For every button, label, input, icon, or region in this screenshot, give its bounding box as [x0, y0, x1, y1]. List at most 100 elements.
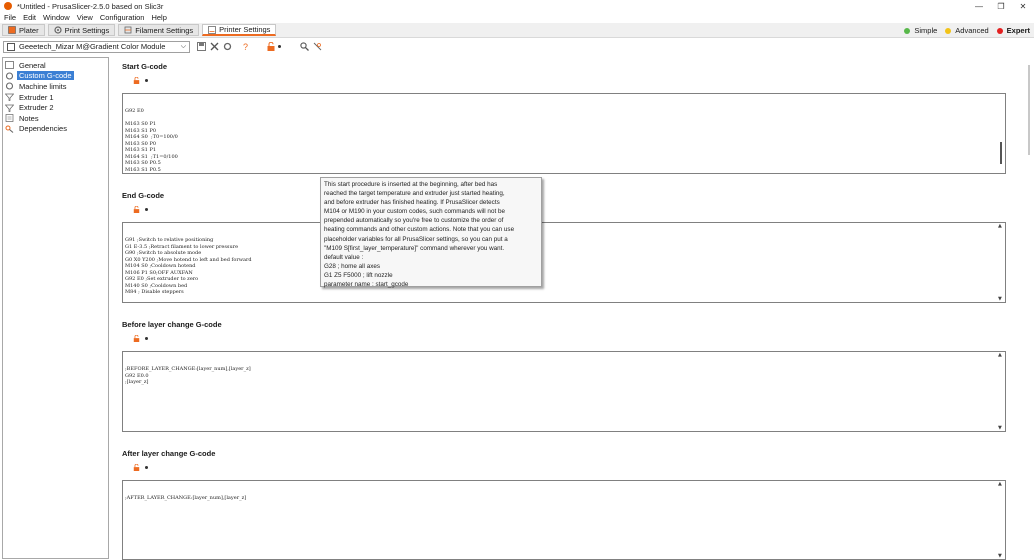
- scroll-up-arrow-icon[interactable]: ▲: [998, 352, 1002, 359]
- cross-icon: [210, 42, 218, 51]
- delete-preset-button[interactable]: [209, 42, 219, 52]
- menu-view[interactable]: View: [77, 13, 93, 22]
- scroll-down-arrow-icon[interactable]: ▼: [998, 296, 1002, 303]
- menu-edit[interactable]: Edit: [23, 13, 36, 22]
- section-title: Before layer change G-code: [122, 320, 222, 329]
- printer-preset-select[interactable]: Geeetech_Mizar M@Gradient Color Module ⌵: [3, 40, 190, 53]
- lock-button[interactable]: [266, 42, 276, 52]
- funnel-icon: [5, 93, 14, 101]
- after-layer-gcode-editor[interactable]: ;AFTER_LAYER_CHANGE:[layer_num],[layer_z…: [122, 480, 1006, 560]
- tab-label: Printer Settings: [219, 25, 271, 34]
- sidebar-item-label: Dependencies: [19, 124, 67, 134]
- sidebar-item-label: Extruder 1: [19, 92, 54, 102]
- tooltip-line: prepended automatically so you're free t…: [324, 217, 504, 225]
- mode-label: Advanced: [955, 26, 989, 35]
- scrollbar[interactable]: ▲ ▼: [997, 481, 1005, 559]
- main-tab-bar: Plater Print Settings Filament Settings …: [0, 23, 1034, 38]
- mode-simple[interactable]: Simple: [904, 26, 937, 35]
- scrollbar[interactable]: ▲ ▼: [997, 352, 1005, 431]
- window-controls: — ❐ ✕: [968, 0, 1034, 12]
- scrollbar-thumb[interactable]: [1000, 142, 1002, 164]
- spool-icon: [124, 26, 132, 34]
- save-preset-button[interactable]: [196, 42, 206, 52]
- scrollbar[interactable]: ▲ ▼: [997, 223, 1005, 302]
- minimize-button[interactable]: —: [968, 0, 990, 12]
- menu-configuration[interactable]: Configuration: [100, 13, 145, 22]
- printer-icon: [5, 61, 14, 70]
- tooltip-line: default value :: [324, 253, 364, 261]
- sidebar-item-machine-limits[interactable]: Machine limits: [3, 81, 108, 92]
- end-gcode-editor[interactable]: G91 ;Switch to relative positioning G1 E-…: [122, 222, 1006, 303]
- funnel-icon: [5, 104, 14, 112]
- compare-presets-button[interactable]: [312, 42, 322, 52]
- save-icon: [196, 42, 206, 51]
- tooltip-line: This start procedure is inserted at the …: [324, 181, 498, 188]
- lock-icon[interactable]: [133, 76, 140, 84]
- before-layer-change-section: Before layer change G-code ;BEFORE_LAYER…: [122, 320, 1022, 432]
- window-title: *Untitled - PrusaSlicer-2.5.0 based on S…: [17, 1, 164, 11]
- printer-icon: [208, 25, 217, 34]
- sidebar-item-general[interactable]: General: [3, 60, 108, 71]
- sidebar-item-notes[interactable]: Notes: [3, 113, 108, 124]
- start-gcode-section: Start G-code G92 E0 M163 S0 P1 M163 S1 P0 M…: [122, 62, 1022, 174]
- sidebar-item-label: Notes: [19, 113, 39, 123]
- scroll-up-arrow-icon[interactable]: ▲: [998, 223, 1002, 230]
- scroll-down-arrow-icon[interactable]: ▼: [998, 553, 1002, 560]
- before-layer-gcode-editor[interactable]: ;BEFORE_LAYER_CHANGE:[layer_num],[layer_…: [122, 351, 1006, 432]
- compare-icon: [313, 42, 321, 51]
- tooltip-line: and before extruder has finished heating…: [324, 199, 500, 207]
- scrollbar[interactable]: [997, 94, 1005, 173]
- printer-icon: [7, 42, 15, 51]
- tab-print-settings[interactable]: Print Settings: [47, 24, 116, 36]
- menu-help[interactable]: Help: [151, 13, 166, 22]
- physical-printer-button[interactable]: [222, 42, 232, 52]
- bullet-icon: [145, 207, 148, 211]
- gcode-line: ;AFTER_LAYER_CHANGE:[layer_num],[layer_z…: [125, 495, 247, 501]
- gear-icon: [5, 72, 14, 80]
- sidebar-item-label: Extruder 2: [19, 103, 54, 113]
- wrench-icon: [5, 125, 14, 133]
- green-dot-icon: [904, 27, 911, 34]
- scroll-down-arrow-icon[interactable]: ▼: [998, 425, 1002, 432]
- tab-label: Print Settings: [64, 25, 110, 35]
- search-button[interactable]: [299, 42, 309, 52]
- red-dot-icon: [996, 27, 1003, 34]
- lock-icon[interactable]: [133, 334, 140, 342]
- page-scrollbar[interactable]: [1026, 57, 1032, 559]
- tooltip-line: M104 or M190 in your custom codes, such …: [324, 208, 505, 216]
- menu-file[interactable]: File: [4, 13, 16, 22]
- plater-icon: [8, 26, 16, 34]
- section-title: End G-code: [122, 191, 165, 200]
- prusaslicer-logo-icon: [4, 2, 12, 10]
- sidebar-item-extruder-1[interactable]: Extruder 1: [3, 92, 108, 103]
- tab-plater[interactable]: Plater: [2, 24, 45, 36]
- preset-bar: Geeetech_Mizar M@Gradient Color Module ⌵…: [0, 39, 1034, 54]
- sidebar-item-extruder-2[interactable]: Extruder 2: [3, 102, 108, 113]
- maximize-button[interactable]: ❐: [990, 0, 1012, 12]
- mode-expert[interactable]: Expert: [996, 26, 1030, 35]
- bullet-icon: [278, 45, 281, 48]
- scroll-up-arrow-icon[interactable]: ▲: [998, 481, 1002, 488]
- start-gcode-editor[interactable]: G92 E0 M163 S0 P1 M163 S1 P0 M164 S0 ;T0=10…: [122, 93, 1006, 174]
- tab-filament-settings[interactable]: Filament Settings: [118, 24, 200, 36]
- end-gcode-section: End G-code G91 ;Switch to relative posit…: [122, 191, 1022, 303]
- yellow-dot-icon: [945, 27, 952, 34]
- tooltip-line: placeholder variables for all PrusaSlice…: [324, 235, 508, 243]
- help-button[interactable]: ?: [240, 42, 250, 52]
- after-layer-change-section: After layer change G-code ;AFTER_LAYER_C…: [122, 449, 1022, 560]
- lock-icon[interactable]: [133, 205, 140, 213]
- sidebar-item-label: Custom G-code: [17, 71, 74, 81]
- tab-printer-settings[interactable]: Printer Settings: [202, 24, 277, 36]
- title-bar: *Untitled - PrusaSlicer-2.5.0 based on S…: [0, 0, 1034, 12]
- gear-icon: [5, 82, 14, 91]
- start-gcode-tooltip: This start procedure is inserted at the …: [320, 177, 542, 288]
- sidebar-item-custom-gcode[interactable]: Custom G-code: [3, 71, 108, 82]
- mode-advanced[interactable]: Advanced: [945, 26, 989, 35]
- sidebar-item-dependencies[interactable]: Dependencies: [3, 124, 108, 135]
- menu-window[interactable]: Window: [43, 13, 70, 22]
- tab-label: Filament Settings: [135, 25, 194, 35]
- bullet-icon: [145, 465, 148, 469]
- close-button[interactable]: ✕: [1012, 0, 1034, 12]
- page-scrollbar-thumb[interactable]: [1028, 65, 1030, 155]
- lock-icon[interactable]: [133, 463, 140, 471]
